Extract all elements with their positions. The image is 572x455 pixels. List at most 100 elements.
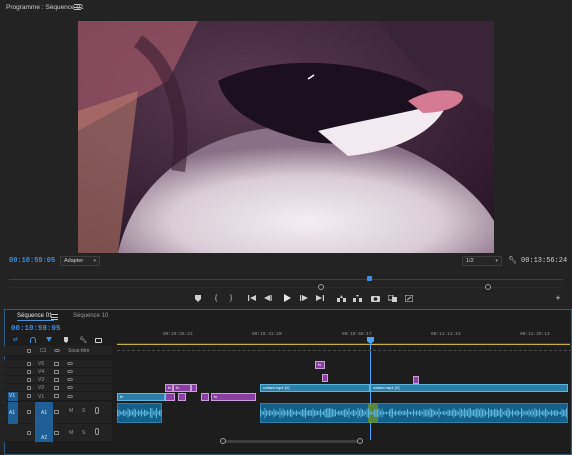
lock-icon[interactable] [27,394,31,398]
step-back-icon[interactable] [263,293,273,303]
caption-track-lane[interactable] [117,350,572,351]
resolution-dropdown-label: 1/2 [466,258,474,264]
sync-lock-icon[interactable] [54,410,59,414]
clip-name: collant.mp4 [V] [263,385,290,390]
lock-icon[interactable] [27,378,31,382]
export-frame-icon[interactable] [370,293,380,303]
track-label[interactable]: V4 [38,369,44,375]
program-monitor-title[interactable]: Programme : Séquence 01 [6,4,84,11]
timeline-horizontal-scrollbar[interactable] [222,440,362,443]
lift-icon[interactable] [336,293,346,303]
eye-icon[interactable] [54,349,60,352]
timeline-timecode[interactable]: 00:10:59:05 [11,325,61,333]
video-clip[interactable]: collant.mp4 [V] [260,384,370,392]
step-forward-icon[interactable] [299,293,309,303]
eye-icon[interactable] [67,370,73,373]
video-clip[interactable]: fx [211,393,256,401]
microphone-icon[interactable] [95,428,99,435]
lock-icon[interactable] [27,362,31,366]
source-patch-a1[interactable]: A1 [8,402,18,424]
comparison-view-icon[interactable] [387,293,397,303]
resolution-dropdown[interactable]: 1/2 ▾ [462,256,502,266]
film-icon[interactable] [54,378,59,382]
add-button-icon[interactable]: + [553,293,563,303]
video-clip[interactable]: fx [315,361,325,369]
zoom-scroll-handle-left[interactable] [318,284,324,290]
video-clip[interactable]: fx [165,384,173,392]
video-clip[interactable] [413,376,419,384]
go-to-out-icon[interactable] [315,293,325,303]
mute-button[interactable]: M [69,408,73,414]
film-icon[interactable] [54,386,59,390]
zoom-scroll-handle-right[interactable] [485,284,491,290]
eye-icon[interactable] [67,386,73,389]
ruler-label: 00:11:26:13 [520,332,550,337]
sync-lock-icon[interactable] [54,431,59,435]
marker-icon[interactable] [193,293,203,303]
go-to-in-icon[interactable] [247,293,257,303]
eye-icon[interactable] [67,395,73,398]
track-label[interactable]: V5 [38,361,44,367]
video-clip[interactable] [201,393,209,401]
lock-icon[interactable] [27,370,31,374]
video-clip[interactable]: collant.mp4 [V] [370,384,568,392]
monitor-time-ruler[interactable] [9,279,563,280]
monitor-playhead[interactable] [367,276,372,281]
mark-out-icon[interactable]: } [226,293,236,303]
video-clip[interactable] [322,374,328,382]
video-clip[interactable] [178,393,186,401]
microphone-icon[interactable] [95,407,99,414]
track-label[interactable]: V3 [38,377,44,383]
duration-timecode: 00:13:56:24 [521,257,568,265]
toggle-proxies-icon[interactable] [404,293,414,303]
lock-icon[interactable] [27,410,31,414]
film-icon[interactable] [54,362,59,366]
work-area-bar[interactable] [117,344,570,345]
film-icon[interactable] [54,370,59,374]
extract-icon[interactable] [352,293,362,303]
timeline-settings-wrench-icon[interactable]: 🔧︎ [79,336,87,344]
lock-icon[interactable] [27,349,31,353]
caption-track-label: Sous-titre [68,348,90,354]
mark-in-icon[interactable]: { [211,293,221,303]
monitor-zoom-scrollbar[interactable] [9,287,563,288]
tab-sequence-01[interactable]: Séquence 01 [17,313,55,321]
settings-wrench-icon[interactable]: 🔧︎ [508,256,517,264]
video-frame-image [78,21,494,253]
video-clip[interactable] [165,393,175,401]
track-header-a2: A2 M S [4,424,112,442]
video-clip[interactable]: fx [173,384,191,392]
scroll-handle-right[interactable] [357,438,363,444]
track-label[interactable]: V2 [38,385,44,391]
lock-icon[interactable] [27,431,31,435]
track-target-a1[interactable]: A1 [35,402,53,424]
solo-button[interactable]: S [82,408,85,414]
play-icon[interactable] [281,292,293,304]
timeline-tab-menu-icon[interactable] [51,314,58,320]
track-header-v1: V1 V1 [4,392,112,401]
source-patch-v1[interactable]: V1 [8,392,18,401]
zoom-dropdown[interactable]: Adapter ▾ [60,256,100,266]
snap-magnet-icon[interactable] [30,337,36,343]
video-clip[interactable] [191,384,197,392]
current-timecode[interactable]: 00:10:59:05 [9,257,55,265]
panel-menu-icon[interactable] [74,4,81,10]
video-clip[interactable]: fx [117,393,165,401]
fx-badge: fx [318,362,322,367]
film-icon[interactable] [54,394,59,398]
solo-button[interactable]: S [82,430,85,436]
nest-toggle-icon[interactable]: ⇄ [13,337,19,343]
caption-track-flag[interactable]: C1 [40,348,46,354]
eye-icon[interactable] [67,362,73,365]
ruler-label: 00:11:11:15 [431,332,461,337]
mute-button[interactable]: M [69,430,73,436]
tab-sequence-10[interactable]: Séquence 10 [73,313,108,319]
audio-waveform [117,408,567,418]
track-label[interactable]: V1 [38,394,44,400]
eye-icon[interactable] [67,378,73,381]
lock-icon[interactable] [27,386,31,390]
scroll-handle-left[interactable] [220,438,226,444]
ruler-label: 00:10:41:20 [252,332,282,337]
captions-icon[interactable] [95,338,102,343]
track-target-a2[interactable]: A2 [35,424,53,442]
